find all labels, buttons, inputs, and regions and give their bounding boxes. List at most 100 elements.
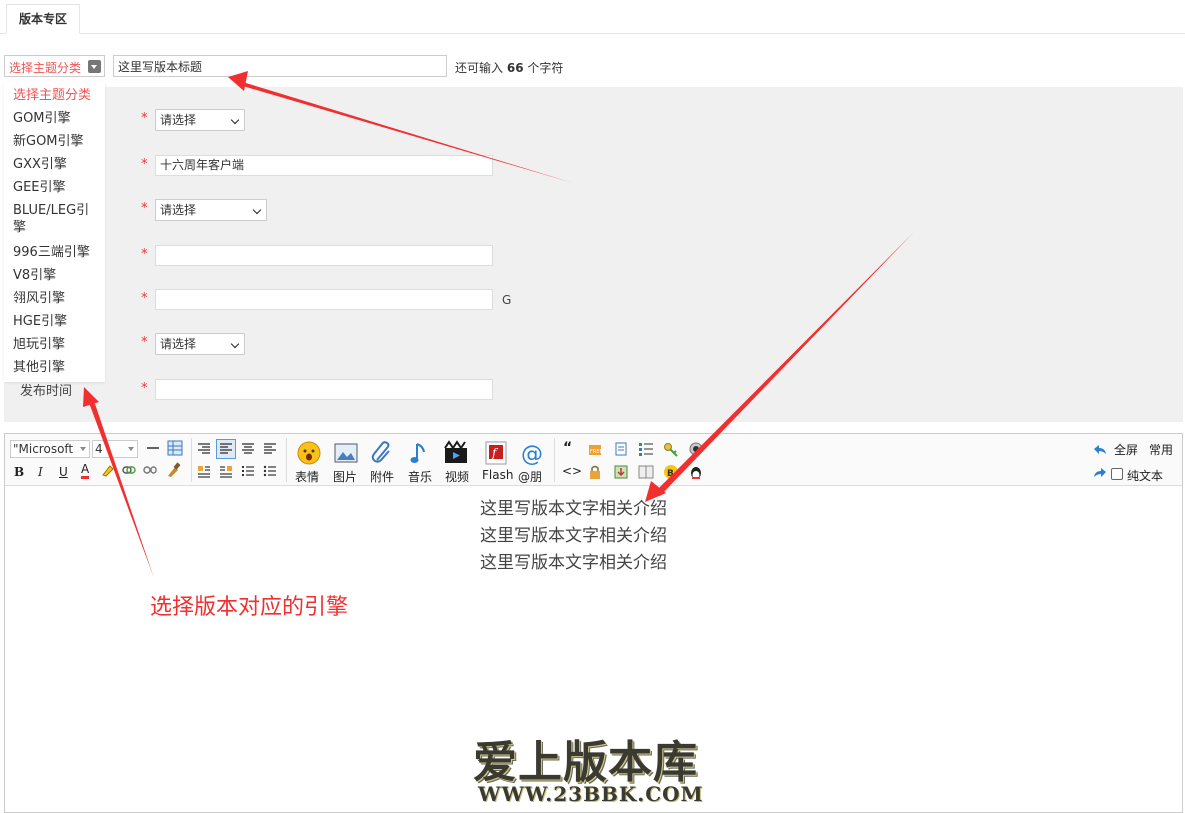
at-mention-label: @朋 xyxy=(518,470,543,484)
fullscreen-button[interactable]: 全屏 xyxy=(1114,441,1138,458)
horizontal-rule-icon[interactable] xyxy=(146,442,160,454)
field-text-1[interactable]: 十六周年客户端 xyxy=(155,155,493,176)
content-line: 这里写版本文字相关介绍 xyxy=(480,499,667,519)
category-dropdown-list: 选择主题分类 GOM引擎 新GOM引擎 GXX引擎 GEE引擎 BLUE/LEG… xyxy=(4,82,105,382)
columns-icon[interactable] xyxy=(638,464,654,480)
annotation-text: 选择版本对应的引擎 xyxy=(150,595,349,620)
category-select[interactable]: 选择主题分类 xyxy=(4,55,105,77)
qq-penguin-icon[interactable] xyxy=(688,464,704,480)
free-content-icon[interactable]: FREE xyxy=(587,441,603,457)
tab-version-zone[interactable]: 版本专区 xyxy=(6,4,81,34)
required-mark: * xyxy=(141,201,148,216)
align-center-active[interactable] xyxy=(216,439,236,459)
flash-label: Flash xyxy=(482,468,514,482)
chevron-down-icon[interactable] xyxy=(88,60,101,73)
counter-suffix: 个字符 xyxy=(527,61,564,75)
counter-number: 66 xyxy=(506,61,524,75)
eye-icon[interactable] xyxy=(688,441,704,457)
bold-button[interactable]: B xyxy=(14,465,24,479)
toolbar-separator xyxy=(286,438,287,482)
download-icon[interactable] xyxy=(613,464,629,480)
image-icon[interactable] xyxy=(333,440,359,466)
page-break-icon[interactable] xyxy=(613,441,629,457)
toolbar-separator xyxy=(191,438,192,482)
editor-toolbar: "Microsoft 4 B I U A 表情 图片 附件 音乐 视频 f Fl… xyxy=(5,434,1182,486)
underline-button[interactable]: U xyxy=(59,465,68,479)
watermark-en: WWW.23BBK.COM xyxy=(478,782,704,806)
svg-text:B: B xyxy=(667,469,674,479)
font-size-select[interactable]: 4 xyxy=(92,440,138,458)
required-mark: * xyxy=(141,381,148,396)
content-line: 这里写版本文字相关介绍 xyxy=(480,526,667,546)
field-size-input[interactable] xyxy=(155,289,493,310)
ordered-list-icon[interactable] xyxy=(241,464,255,478)
watermark-cn: 爱上版本库 xyxy=(473,737,698,788)
float-right-icon[interactable] xyxy=(219,464,233,478)
video-icon[interactable] xyxy=(443,440,469,466)
at-mention-icon[interactable]: @ xyxy=(520,440,546,466)
field-select-2[interactable]: 请选择 xyxy=(155,199,267,221)
highlight-icon[interactable] xyxy=(101,463,115,477)
dropdown-option[interactable]: HGE引擎 xyxy=(13,313,101,330)
link-icon[interactable] xyxy=(122,463,136,477)
font-family-select[interactable]: "Microsoft xyxy=(10,440,90,458)
password-key-icon[interactable] xyxy=(663,441,679,457)
counter-prefix: 还可输入 xyxy=(455,61,504,75)
tab-bar: 版本专区 xyxy=(0,0,1185,34)
float-left-icon[interactable] xyxy=(197,464,211,478)
dropdown-option[interactable]: 旭玩引擎 xyxy=(13,336,101,353)
dropdown-option[interactable]: 新GOM引擎 xyxy=(13,133,101,150)
dropdown-option[interactable]: 选择主题分类 xyxy=(13,87,101,104)
align-center-icon[interactable] xyxy=(241,442,255,456)
field-select-1[interactable]: 请选择 xyxy=(155,109,245,131)
release-time-label: 发布时间 xyxy=(20,384,73,399)
dropdown-option[interactable]: GXX引擎 xyxy=(13,156,101,173)
size-unit: G xyxy=(502,293,512,307)
index-list-icon[interactable] xyxy=(638,441,654,457)
release-time-input[interactable] xyxy=(155,379,493,400)
dropdown-option[interactable]: GOM引擎 xyxy=(13,110,101,127)
italic-button[interactable]: I xyxy=(38,465,43,479)
credit-badge-icon[interactable]: B xyxy=(663,464,679,480)
unlink-icon[interactable] xyxy=(143,463,157,477)
required-mark: * xyxy=(141,247,148,262)
field-text-2[interactable] xyxy=(155,245,493,266)
dropdown-option[interactable]: V8引擎 xyxy=(13,267,101,284)
align-right-icon[interactable] xyxy=(263,442,277,456)
dropdown-option[interactable]: GEE引擎 xyxy=(13,179,101,196)
required-mark: * xyxy=(141,157,148,172)
music-label: 音乐 xyxy=(408,470,433,484)
video-label: 视频 xyxy=(445,470,470,484)
title-char-counter: 还可输入 66 个字符 xyxy=(455,59,563,76)
attachment-icon[interactable] xyxy=(369,440,395,466)
emoji-label: 表情 xyxy=(295,470,320,484)
watermark-logo: 爱上版本库 WWW.23BBK.COM xyxy=(470,726,715,812)
emoji-icon[interactable] xyxy=(296,440,322,466)
hide-content-lock-icon[interactable] xyxy=(587,464,603,480)
font-color-button[interactable]: A xyxy=(81,463,90,479)
title-input[interactable] xyxy=(113,55,447,77)
toolbar-separator xyxy=(554,438,555,482)
undo-arrow-icon[interactable] xyxy=(1092,443,1108,457)
music-note-icon[interactable] xyxy=(407,440,433,466)
align-left-icon[interactable] xyxy=(197,442,211,456)
plain-text-checkbox[interactable] xyxy=(1111,468,1123,480)
required-mark: * xyxy=(141,335,148,350)
dropdown-option[interactable]: 996三端引擎 xyxy=(13,244,101,261)
code-button[interactable]: <> xyxy=(562,464,582,478)
svg-text:@: @ xyxy=(521,442,543,466)
dropdown-option[interactable]: 其他引擎 xyxy=(13,359,101,376)
flash-icon[interactable]: f xyxy=(483,440,509,466)
required-mark: * xyxy=(141,111,148,126)
quote-button[interactable]: “ xyxy=(563,440,572,456)
dropdown-option[interactable]: 翎风引擎 xyxy=(13,290,101,307)
common-mode-button[interactable]: 常用 xyxy=(1149,441,1173,458)
redo-arrow-icon[interactable] xyxy=(1092,466,1108,480)
table-icon[interactable] xyxy=(167,440,183,456)
field-select-3[interactable]: 请选择 xyxy=(155,333,245,355)
align-justify-icon xyxy=(220,443,232,454)
dropdown-option[interactable]: BLUE/LEG引擎 xyxy=(13,202,101,236)
clear-format-brush-icon[interactable] xyxy=(165,462,181,478)
svg-text:FREE: FREE xyxy=(590,449,603,455)
unordered-list-icon[interactable] xyxy=(263,464,277,478)
